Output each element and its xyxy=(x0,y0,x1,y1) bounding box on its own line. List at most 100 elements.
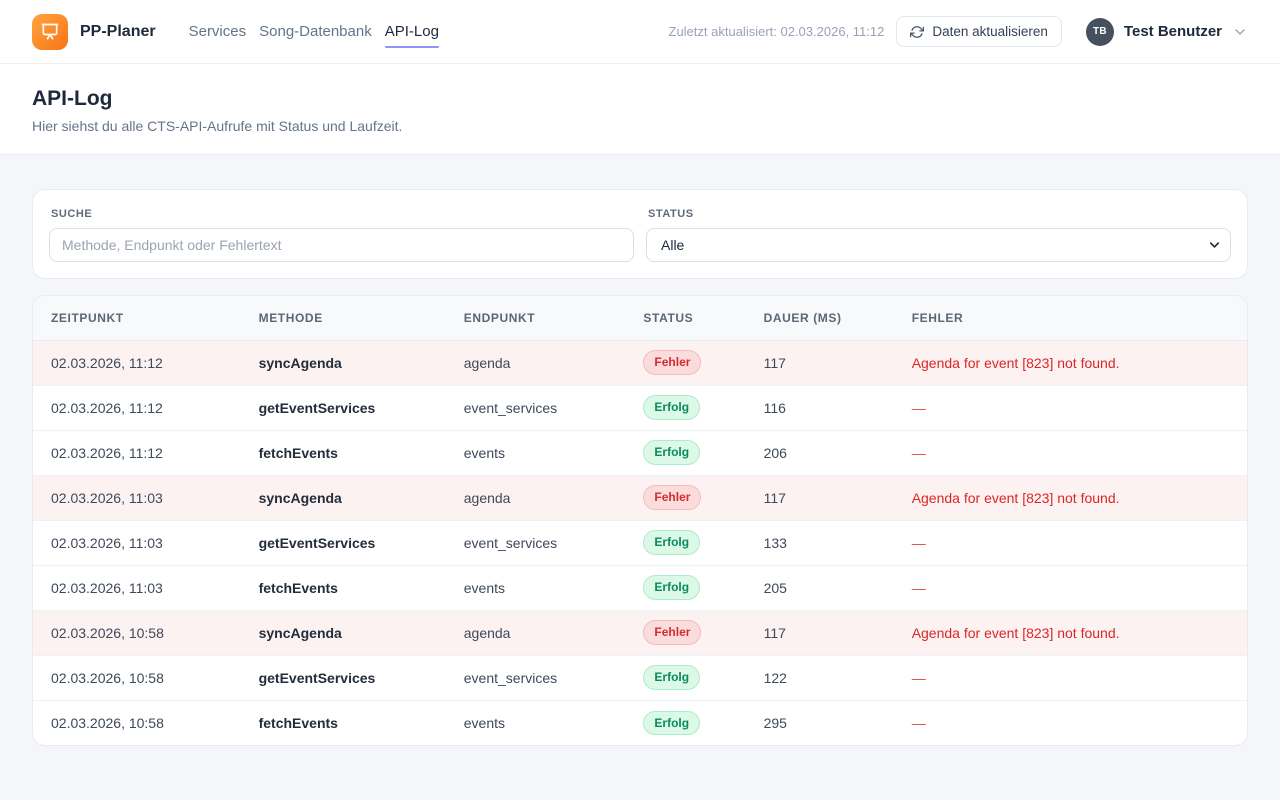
last-updated-text: Zuletzt aktualisiert: 02.03.2026, 11:12 xyxy=(669,24,885,39)
column-header-zeitpunkt: ZEITPUNKT xyxy=(33,296,241,340)
cell-method: getEventServices xyxy=(241,385,446,430)
cell-status: Erfolg xyxy=(625,520,745,565)
table-header-row: ZEITPUNKT METHODE ENDPUNKT STATUS DAUER … xyxy=(33,296,1247,340)
navbar-left: PP-Planer Services Song-Datenbank API-Lo… xyxy=(32,14,439,50)
table-row: 02.03.2026, 11:03 fetchEvents events Erf… xyxy=(33,565,1247,610)
cell-error: Agenda for event [823] not found. xyxy=(894,475,1247,520)
cell-status: Fehler xyxy=(625,475,745,520)
nav-item-api-log[interactable]: API-Log xyxy=(385,23,439,41)
top-navbar: PP-Planer Services Song-Datenbank API-Lo… xyxy=(0,0,1280,64)
refresh-icon xyxy=(910,25,924,39)
cell-duration: 117 xyxy=(746,475,894,520)
cell-method: fetchEvents xyxy=(241,565,446,610)
cell-error: — xyxy=(894,655,1247,700)
table-row: 02.03.2026, 11:12 fetchEvents events Erf… xyxy=(33,430,1247,475)
column-header-methode: METHODE xyxy=(241,296,446,340)
column-header-dauer: DAUER (MS) xyxy=(746,296,894,340)
cell-error: Agenda for event [823] not found. xyxy=(894,610,1247,655)
cell-method: fetchEvents xyxy=(241,700,446,745)
cell-method: syncAgenda xyxy=(241,610,446,655)
search-label: SUCHE xyxy=(51,208,634,220)
status-select[interactable]: Alle xyxy=(646,228,1231,262)
filter-card: SUCHE STATUS Alle xyxy=(32,189,1248,279)
status-badge: Erfolg xyxy=(643,440,700,464)
table-body: 02.03.2026, 11:12 syncAgenda agenda Fehl… xyxy=(33,340,1247,745)
status-select-wrap: Alle xyxy=(646,228,1231,262)
cell-method: syncAgenda xyxy=(241,340,446,385)
status-badge: Erfolg xyxy=(643,665,700,689)
search-filter-field: SUCHE xyxy=(49,206,634,262)
cell-timestamp: 02.03.2026, 10:58 xyxy=(33,610,241,655)
cell-method: getEventServices xyxy=(241,655,446,700)
nav-item-song-datenbank[interactable]: Song-Datenbank xyxy=(259,23,372,41)
cell-endpoint: event_services xyxy=(446,520,626,565)
user-name: Test Benutzer xyxy=(1124,23,1222,40)
nav-item-services[interactable]: Services xyxy=(189,23,247,41)
cell-timestamp: 02.03.2026, 11:12 xyxy=(33,385,241,430)
cell-status: Erfolg xyxy=(625,385,745,430)
brand[interactable]: PP-Planer xyxy=(32,14,156,50)
cell-duration: 122 xyxy=(746,655,894,700)
table-row: 02.03.2026, 10:58 fetchEvents events Erf… xyxy=(33,700,1247,745)
cell-duration: 117 xyxy=(746,340,894,385)
column-header-endpunkt: ENDPUNKT xyxy=(446,296,626,340)
cell-duration: 206 xyxy=(746,430,894,475)
cell-duration: 295 xyxy=(746,700,894,745)
cell-method: getEventServices xyxy=(241,520,446,565)
cell-error: — xyxy=(894,520,1247,565)
status-badge: Fehler xyxy=(643,350,701,374)
status-badge: Fehler xyxy=(643,485,701,509)
user-menu[interactable]: TB Test Benutzer xyxy=(1086,18,1248,46)
cell-duration: 205 xyxy=(746,565,894,610)
navbar-right: Zuletzt aktualisiert: 02.03.2026, 11:12 … xyxy=(669,16,1249,47)
cell-method: syncAgenda xyxy=(241,475,446,520)
cell-timestamp: 02.03.2026, 11:12 xyxy=(33,340,241,385)
cell-error: — xyxy=(894,565,1247,610)
cell-duration: 133 xyxy=(746,520,894,565)
table-row: 02.03.2026, 11:03 syncAgenda agenda Fehl… xyxy=(33,475,1247,520)
cell-error: — xyxy=(894,430,1247,475)
cell-timestamp: 02.03.2026, 11:03 xyxy=(33,520,241,565)
cell-status: Erfolg xyxy=(625,565,745,610)
cell-endpoint: agenda xyxy=(446,475,626,520)
table-row: 02.03.2026, 11:03 getEventServices event… xyxy=(33,520,1247,565)
status-badge: Erfolg xyxy=(643,530,700,554)
cell-status: Fehler xyxy=(625,340,745,385)
refresh-button-label: Daten aktualisieren xyxy=(932,24,1048,39)
cell-endpoint: event_services xyxy=(446,655,626,700)
status-badge: Erfolg xyxy=(643,711,700,735)
cell-duration: 116 xyxy=(746,385,894,430)
cell-timestamp: 02.03.2026, 11:03 xyxy=(33,475,241,520)
cell-method: fetchEvents xyxy=(241,430,446,475)
page-header: API-Log Hier siehst du alle CTS-API-Aufr… xyxy=(0,64,1280,155)
primary-nav: Services Song-Datenbank API-Log xyxy=(189,23,439,41)
search-input[interactable] xyxy=(49,228,634,262)
status-label: STATUS xyxy=(648,208,1231,220)
cell-error: — xyxy=(894,385,1247,430)
status-badge: Fehler xyxy=(643,620,701,644)
cell-error: Agenda for event [823] not found. xyxy=(894,340,1247,385)
cell-endpoint: event_services xyxy=(446,385,626,430)
cell-endpoint: events xyxy=(446,565,626,610)
cell-endpoint: events xyxy=(446,430,626,475)
cell-error: — xyxy=(894,700,1247,745)
column-header-status: STATUS xyxy=(625,296,745,340)
page-subtitle: Hier siehst du alle CTS-API-Aufrufe mit … xyxy=(32,118,1248,134)
cell-endpoint: agenda xyxy=(446,340,626,385)
avatar: TB xyxy=(1086,18,1114,46)
chevron-down-icon xyxy=(1232,24,1248,40)
api-log-table-card: ZEITPUNKT METHODE ENDPUNKT STATUS DAUER … xyxy=(32,295,1248,746)
api-log-table: ZEITPUNKT METHODE ENDPUNKT STATUS DAUER … xyxy=(33,296,1247,745)
brand-name: PP-Planer xyxy=(80,23,156,41)
cell-timestamp: 02.03.2026, 11:03 xyxy=(33,565,241,610)
cell-timestamp: 02.03.2026, 11:12 xyxy=(33,430,241,475)
cell-duration: 117 xyxy=(746,610,894,655)
main-content: SUCHE STATUS Alle xyxy=(0,155,1280,780)
cell-status: Fehler xyxy=(625,610,745,655)
table-row: 02.03.2026, 10:58 getEventServices event… xyxy=(33,655,1247,700)
status-filter-field: STATUS Alle xyxy=(646,206,1231,262)
refresh-data-button[interactable]: Daten aktualisieren xyxy=(896,16,1062,47)
cell-status: Erfolg xyxy=(625,700,745,745)
column-header-fehler: FEHLER xyxy=(894,296,1247,340)
app-logo-icon xyxy=(32,14,68,50)
